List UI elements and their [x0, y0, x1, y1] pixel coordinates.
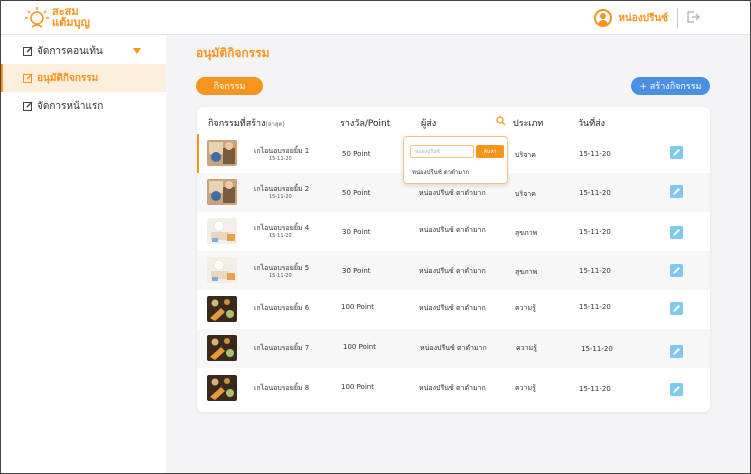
pencil-icon	[673, 386, 680, 393]
reward-points: 50 Point	[342, 150, 371, 158]
activity-type: สุขภาพ	[515, 268, 538, 276]
pencil-icon	[673, 149, 680, 156]
logo-line-2: แต้มบุญ	[52, 16, 90, 29]
tab-activity[interactable]: กิจกรรม	[196, 77, 263, 95]
create-activity-button[interactable]: + สร้างกิจกรรม	[631, 77, 710, 95]
pencil-icon	[673, 305, 680, 312]
sender-name: หน่องปรีนซ์ ตาดำมาก	[419, 226, 486, 234]
search-icon[interactable]	[496, 116, 506, 126]
sender-name: หน่องปรีนซ์ ตาดำมาก	[419, 189, 486, 197]
submit-date: 15-11-20	[579, 228, 611, 236]
edit-button[interactable]	[670, 383, 683, 396]
activity-sub-date: 15-11-20	[269, 233, 292, 239]
activity-thumbnail	[207, 179, 237, 205]
activity-type: บริจาค	[515, 151, 536, 159]
edit-button[interactable]	[670, 146, 683, 159]
page-title: อนุมัติกิจกรรม	[196, 46, 270, 60]
logo[interactable]: สะสม แต้มบุญ	[24, 4, 104, 32]
pencil-icon	[673, 348, 680, 355]
activity-type: บริจาค	[515, 190, 536, 198]
reward-points: 100 Point	[341, 303, 374, 311]
user-name: หน่องปรีนซ์	[618, 12, 668, 24]
activity-thumbnail	[207, 335, 237, 361]
activity-type: ความรู้	[515, 304, 536, 312]
activity-thumbnail	[207, 296, 237, 322]
edit-icon	[23, 101, 33, 111]
activity-sub-date: 15-11-20	[269, 156, 292, 162]
activity-thumbnail	[207, 218, 237, 244]
edit-button[interactable]	[670, 345, 683, 358]
top-bar: สะสม แต้มบุญ หน่องปรีนซ์	[0, 0, 751, 35]
sidebar-item-approve-activity[interactable]: อนุมัติกิจกรรม	[0, 64, 166, 92]
pencil-icon	[673, 229, 680, 236]
reward-points: 50 Point	[342, 189, 371, 197]
chevron-down-icon[interactable]	[133, 48, 141, 54]
activity-thumbnail	[207, 257, 237, 283]
activity-name: เกไอนอบรอยยิ้ม 6	[254, 304, 310, 312]
sidebar-item-label: จัดการคอนเท้น	[37, 45, 103, 57]
header-divider	[677, 8, 678, 28]
submit-date: 15-11-20	[579, 385, 611, 393]
column-header-date: วันที่ส่ง	[578, 119, 606, 129]
logo-text: สะสม แต้มบุญ	[52, 6, 90, 28]
activity-name: เกไอนอบรอยยิ้ม 8	[254, 384, 310, 392]
logout-icon[interactable]	[686, 10, 700, 24]
activity-type: สุขภาพ	[515, 229, 538, 237]
user-avatar-icon	[594, 9, 613, 27]
sender-name: หน่องปรีนซ์ ตาดำมาก	[419, 267, 486, 275]
reward-points: 100 Point	[343, 343, 376, 351]
sidebar-item-label: จัดการหน้าแรก	[37, 100, 104, 112]
submit-date: 15-11-20	[579, 189, 611, 197]
column-header-reward: รางวัล/Point	[340, 119, 391, 129]
submit-date: 15-11-20	[581, 345, 613, 353]
table-row[interactable]: เกไอนอบรอยยิ้ม 8 100 Point หน่องปรีนซ์ ต…	[197, 369, 710, 408]
sender-filter-popup: หน่องปรีนซ์ ค้นหา หน่องปรีนซ์ ตาดำมาก	[403, 136, 508, 184]
edit-button[interactable]	[670, 226, 683, 239]
sidebar-item-label: อนุมัติกิจกรรม	[37, 72, 99, 84]
activity-type: ความรู้	[516, 344, 537, 352]
logo-icon	[25, 7, 49, 28]
sidebar-item-content[interactable]: จัดการคอนเท้น	[0, 37, 166, 65]
submit-date: 15-11-20	[579, 267, 611, 275]
reward-points: 30 Point	[342, 228, 371, 236]
table-row[interactable]: เกไอนอบรอยยิ้ม 7 100 Point หน่องปรีนซ์ ต…	[197, 329, 710, 368]
column-header-activity: กิจกรรมที่สร้าง(ล่าสุด)	[208, 116, 285, 130]
activity-sub-date: 15-11-20	[269, 194, 292, 200]
activity-sub-date: 15-11-20	[269, 273, 292, 279]
edit-button[interactable]	[670, 185, 683, 198]
search-button[interactable]: ค้นหา	[476, 145, 504, 158]
column-header-activity-note: (ล่าสุด)	[265, 121, 285, 128]
sender-search-input[interactable]: หน่องปรีนซ์	[410, 145, 474, 158]
activity-thumbnail	[207, 140, 237, 166]
edit-icon	[23, 46, 33, 56]
submit-date: 15-11-20	[579, 303, 611, 311]
column-header-activity-label: กิจกรรมที่สร้าง	[208, 119, 266, 129]
column-header-sender: ผู้ส่ง	[421, 119, 437, 129]
edit-button[interactable]	[670, 264, 683, 277]
submit-date: 15-11-20	[579, 150, 611, 158]
activity-thumbnail	[207, 375, 237, 401]
reward-points: 100 Point	[341, 383, 374, 391]
pencil-icon	[673, 267, 680, 274]
pencil-icon	[673, 188, 680, 195]
activity-name: เกไอนอบรอยยิ้ม 7	[254, 344, 310, 352]
table-row[interactable]: เกไอนอบรอยยิ้ม 6 100 Point หน่องปรีนซ์ ต…	[197, 290, 710, 329]
edit-icon	[23, 73, 33, 83]
sender-name: หน่องปรีนซ์ ตาดำมาก	[420, 344, 487, 352]
sidebar: จัดการคอนเท้น อนุมัติกิจกรรม จัดการหน้าแ…	[0, 35, 166, 474]
table-row[interactable]: เกไอนอบรอยยิ้ม 4 15-11-20 30 Point หน่อง…	[197, 212, 710, 251]
reward-points: 30 Point	[342, 267, 371, 275]
activity-type: ความรู้	[515, 384, 536, 392]
sidebar-item-homepage[interactable]: จัดการหน้าแรก	[0, 92, 166, 120]
sender-name: หน่องปรีนซ์ ตาดำมาก	[419, 304, 486, 312]
sender-option[interactable]: หน่องปรีนซ์ ตาดำมาก	[412, 167, 469, 177]
column-header-type: ประเภท	[513, 119, 544, 129]
sender-name: หน่องปรีนซ์ ตาดำมาก	[419, 384, 486, 392]
table-row[interactable]: เกไอนอบรอยยิ้ม 5 15-11-20 30 Point หน่อง…	[197, 251, 710, 290]
edit-button[interactable]	[670, 302, 683, 315]
user-menu[interactable]: หน่องปรีนซ์	[594, 9, 668, 27]
